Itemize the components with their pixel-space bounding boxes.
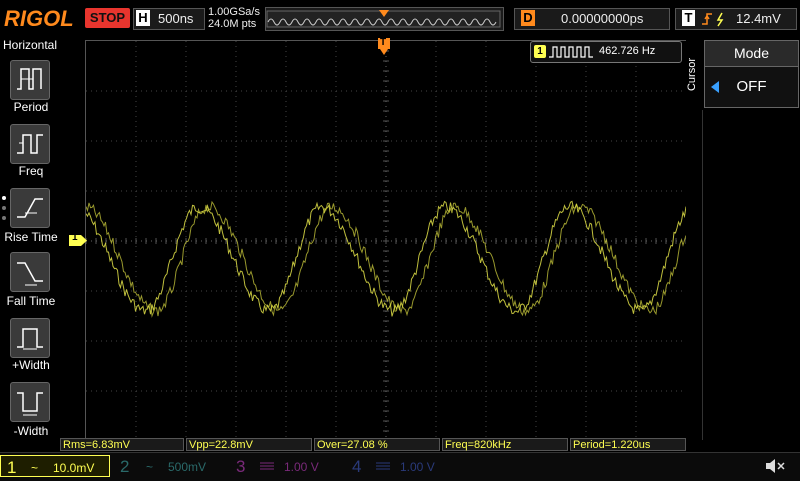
right-panel-divider	[686, 110, 703, 440]
menu-label-fall-time: Fall Time	[6, 294, 56, 308]
waveform-grid	[85, 40, 687, 442]
memory-depth: 24.0M pts	[208, 18, 257, 30]
channel-3-status[interactable]: 3 1.00 V	[230, 455, 342, 477]
ch1-waveform-trace-a	[85, 200, 687, 317]
channel-1-status[interactable]: 1 ~ 10.0mV	[0, 455, 110, 477]
ch2-scale: 500mV	[168, 460, 207, 474]
ch4-scale: 1.00 V	[400, 460, 435, 474]
memory-overview-bar[interactable]	[265, 7, 504, 31]
grid-center-ticks	[85, 40, 687, 442]
sample-rate: 1.00GSa/s	[208, 6, 260, 18]
ch1-offset-marker[interactable]: 1	[69, 232, 87, 246]
channel-2-status[interactable]: 2 ~ 500mV	[114, 455, 226, 477]
counter-channel: 1	[534, 45, 546, 58]
fall-time-icon	[17, 262, 43, 286]
timebase-value: 500ns	[158, 11, 194, 26]
meas-period[interactable]: Period=1.220us	[570, 438, 686, 451]
menu-label-rise-time: Rise Time	[4, 230, 58, 244]
menu-label-plus-width: +Width	[12, 358, 50, 372]
timebase-box[interactable]: H 500ns	[133, 8, 205, 30]
meas-frequency[interactable]: Freq=820kHz	[442, 438, 568, 451]
trigger-edge-icon	[702, 12, 724, 27]
trigger-position-marker[interactable]: T	[378, 37, 390, 56]
negative-width-icon	[17, 392, 43, 416]
ch1-number: 1	[7, 458, 17, 477]
meas-rms[interactable]: Rms=6.83mV	[60, 438, 184, 451]
cursor-menu-label: Cursor	[686, 58, 698, 92]
channel-4-status[interactable]: 4 1.00 V	[346, 455, 458, 477]
menu-item-rise-time[interactable]	[10, 188, 50, 228]
memory-overview-waveform	[266, 10, 501, 28]
ch1-scale: 10.0mV	[53, 461, 95, 475]
ch3-scale: 1.00 V	[284, 460, 319, 474]
rise-time-icon	[17, 198, 43, 218]
frequency-counter[interactable]: 1 462.726 Hz	[530, 41, 682, 63]
positive-width-icon	[17, 328, 43, 350]
trigger-level-value: 12.4mV	[736, 11, 781, 26]
frequency-icon	[17, 134, 43, 154]
trigger-position-label: T	[380, 37, 387, 48]
run-stop-status[interactable]: STOP	[85, 8, 130, 28]
ch2-number: 2	[120, 457, 130, 476]
ch3-coupling-icon	[260, 462, 274, 470]
ch1-coupling: ~	[31, 461, 39, 475]
menu-item-plus-width[interactable]	[10, 318, 50, 358]
speaker-muted-icon[interactable]	[764, 456, 786, 476]
menu-page-dots	[2, 196, 6, 222]
rigol-logo: RIGOL	[4, 6, 74, 31]
cursor-mode-title: Mode	[704, 40, 799, 67]
trigger-box[interactable]: T 12.4mV	[675, 8, 797, 30]
menu-label-freq: Freq	[18, 164, 44, 178]
trigger-label: T	[682, 10, 695, 26]
delay-box[interactable]: D 0.00000000ps	[514, 8, 670, 30]
menu-label-period: Period	[13, 100, 49, 114]
period-icon	[17, 68, 42, 90]
cursor-mode-value: OFF	[736, 78, 767, 95]
delay-label: D	[521, 10, 535, 26]
menu-item-freq[interactable]	[10, 124, 50, 164]
ch4-coupling-icon	[376, 462, 390, 470]
counter-value: 462.726 Hz	[599, 45, 656, 57]
cursor-mode-selector[interactable]: OFF	[704, 66, 799, 108]
ch1-waveform-trace-b	[85, 200, 687, 318]
menu-item-fall-time[interactable]	[10, 252, 50, 292]
ch1-offset-label: 1	[72, 232, 78, 243]
timebase-label: H	[136, 10, 150, 26]
pulse-train-icon	[549, 46, 593, 58]
waveform-display[interactable]	[85, 40, 687, 442]
ch3-number: 3	[236, 457, 246, 476]
menu-title: Horizontal	[2, 38, 58, 52]
ch2-coupling: ~	[146, 460, 154, 474]
menu-item-period[interactable]	[10, 60, 50, 100]
delay-value: 0.00000000ps	[561, 11, 644, 26]
trigger-lightning-icon	[716, 12, 724, 27]
meas-overshoot[interactable]: Over=27.08 %	[314, 438, 440, 451]
selector-left-arrow-icon	[711, 81, 719, 93]
menu-label-minus-width: -Width	[13, 424, 49, 438]
ch4-number: 4	[352, 457, 362, 476]
menu-item-minus-width[interactable]	[10, 382, 50, 422]
acquisition-info: 1.00GSa/s 24.0M pts	[208, 6, 260, 30]
meas-vpp[interactable]: Vpp=22.8mV	[186, 438, 312, 451]
